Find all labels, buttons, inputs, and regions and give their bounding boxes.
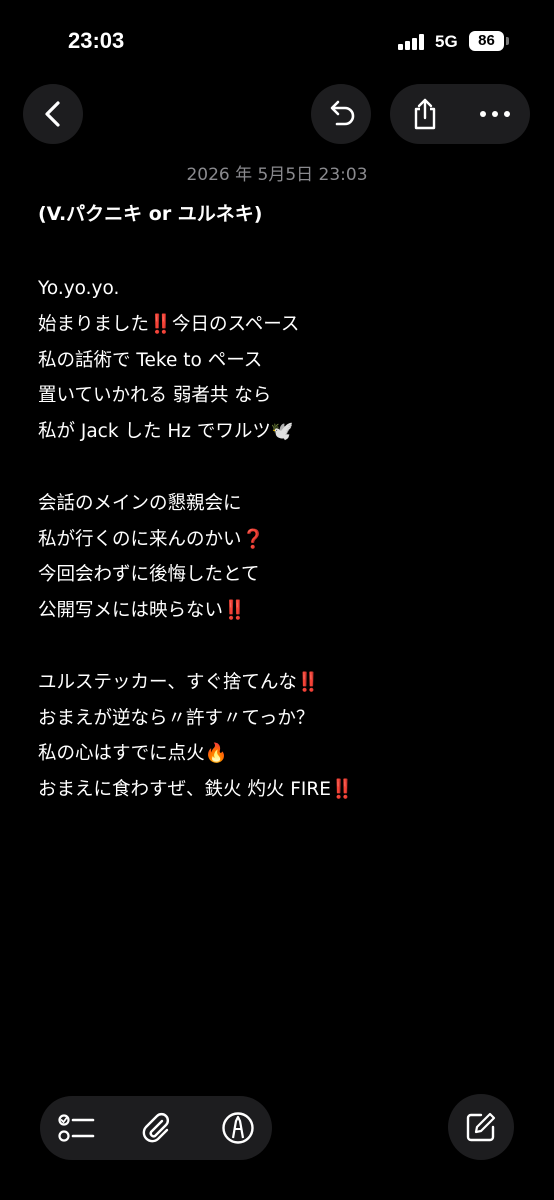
undo-icon [330, 100, 355, 126]
cellular-signal-icon [398, 34, 428, 50]
checklist-button[interactable] [45, 1096, 109, 1160]
compose-icon [466, 1112, 496, 1142]
battery-icon: 86 [469, 31, 504, 51]
note-date: 2026 年 5月5日 23:03 [186, 165, 368, 185]
note-line: 私が行くのに来んのかい❓ [38, 528, 265, 550]
note-line: Yo.yo.yo. [38, 278, 120, 299]
compose-button[interactable] [448, 1094, 514, 1160]
note-line: 私の話術で Teke to ペース [38, 349, 263, 371]
note-title[interactable]: (V.パクニキ or ユルネキ) [38, 199, 263, 226]
battery-nub [506, 37, 509, 45]
battery-level: 86 [478, 32, 495, 49]
attachment-button[interactable] [124, 1096, 188, 1160]
paperclip-icon [142, 1113, 169, 1143]
status-bar: 23:03 5G 86 [0, 0, 554, 80]
share-button[interactable] [390, 84, 460, 144]
network-type: 5G [435, 32, 458, 51]
note-line: 始まりました‼️今日のスペース [38, 313, 300, 335]
note-body[interactable]: Yo.yo.yo. 始まりました‼️今日のスペース 私の話術で Teke to … [38, 271, 538, 808]
back-button[interactable] [23, 84, 83, 144]
note-line: ユルステッカー、すぐ捨てんな‼️ [38, 671, 320, 693]
undo-button[interactable] [311, 84, 371, 144]
status-time: 23:03 [68, 28, 125, 53]
checklist-icon [58, 1114, 95, 1142]
note-line: 私が Jack した Hz でワルツ🕊️ [38, 421, 294, 443]
note-blank-line [38, 629, 538, 665]
note-line: 公開写メには映らない‼️ [38, 600, 247, 622]
markup-button[interactable] [206, 1096, 270, 1160]
more-icon [480, 111, 510, 117]
more-button[interactable] [460, 84, 530, 144]
note-line: おまえに食わすぜ、鉄火 灼火 FIRE‼️ [38, 779, 354, 801]
share-icon [414, 98, 436, 130]
chevron-left-icon [45, 101, 60, 127]
note-line: おまえが逆なら〃許す〃てっか？ [38, 707, 315, 729]
action-pill [390, 84, 530, 144]
bottom-toolbar [40, 1096, 272, 1160]
note-line: 今回会わずに後悔したとて [38, 564, 260, 586]
note-line: 会話のメインの懇親会に [38, 492, 242, 514]
note-line: 置いていかれる 弱者共 なら [38, 385, 272, 407]
pen-markup-icon [222, 1112, 254, 1144]
note-line: 私の心はすでに点火🔥 [38, 743, 228, 765]
note-blank-line [38, 450, 538, 486]
